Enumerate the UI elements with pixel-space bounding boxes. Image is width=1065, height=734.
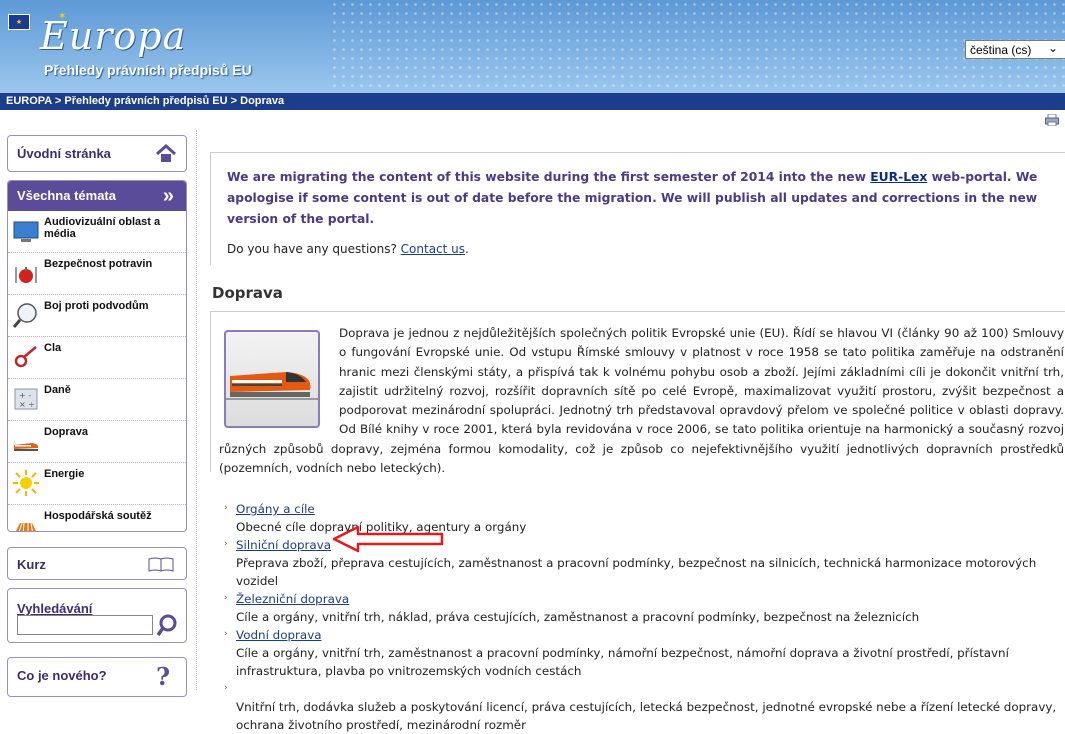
notice-text-part: We are migrating the content of this web… <box>227 170 871 184</box>
page-title: Doprava <box>212 284 283 302</box>
notice-question: Do you have any questions? Contact us. <box>227 242 1065 256</box>
subtopic-link[interactable]: Železniční doprava <box>236 590 1065 608</box>
home-icon[interactable] <box>156 144 176 164</box>
transport-illustration <box>224 330 320 428</box>
print-icon[interactable] <box>1045 114 1059 126</box>
subtopic-description: Cíle a orgány, vnitřní trh, zaměstnanost… <box>236 646 1009 678</box>
customs-icon <box>14 346 37 368</box>
svg-text:× ÷: × ÷ <box>19 400 35 409</box>
topics-box: Všechna témata » Audiovizuální oblast a … <box>7 180 187 532</box>
train-icon <box>14 443 39 451</box>
monitor-icon <box>13 221 39 242</box>
question-end: . <box>465 242 469 256</box>
intro-text: Doprava je jednou z nejdůležitějších spo… <box>219 324 1064 478</box>
language-select[interactable]: čeština (cs) ⌄ <box>965 40 1065 59</box>
topic-label: Doprava <box>44 426 89 438</box>
chevron-right-icon: › <box>224 683 228 693</box>
home-box[interactable]: Úvodní stránka <box>7 135 187 172</box>
competition-icon <box>16 522 36 531</box>
eu-flag-icon: ★ <box>8 14 30 30</box>
chevron-right-icon: › <box>224 629 228 639</box>
list-item: › Vodní doprava Cíle a orgány, vnitřní t… <box>224 626 1065 680</box>
subtopic-link[interactable]: Vodní doprava <box>236 626 1065 644</box>
subtopic-description: Vnitřní trh, dodávka služeb a poskytován… <box>236 700 1057 732</box>
question-mark-icon[interactable]: ? <box>156 662 170 691</box>
topic-label: Cla <box>44 342 62 354</box>
chevron-right-icon: › <box>224 593 228 603</box>
topic-label: Daně <box>44 384 71 396</box>
intro-box: Doprava je jednou z nejdůležitějších spo… <box>210 311 1065 475</box>
topic-label: Boj proti podvodům <box>44 300 149 312</box>
train-icon <box>226 372 318 400</box>
topic-item-food-safety[interactable]: Bezpečnost potravin <box>8 253 186 295</box>
subtopic-description: Cíle a orgány, vnitřní trh, náklad, práv… <box>236 610 920 624</box>
calculator-icon: + - × ÷ <box>14 388 38 410</box>
list-item: › Vnitřní trh, dodávka služeb a poskytov… <box>224 680 1065 734</box>
chevron-right-icon: › <box>224 503 228 513</box>
all-topics-header[interactable]: Všechna témata » <box>8 181 186 211</box>
list-item: › Železniční doprava Cíle a orgány, vnit… <box>224 590 1065 626</box>
topic-item-audiovisual[interactable]: Audiovizuální oblast a média <box>8 211 186 253</box>
red-arrow-annotation <box>332 525 444 553</box>
topic-label: Hospodářská soutěž <box>44 510 152 522</box>
notice-text: We are migrating the content of this web… <box>227 167 1057 230</box>
logo-star-icon: ✶ <box>58 11 67 22</box>
all-topics-label: Všechna témata <box>17 188 116 203</box>
migration-notice: We are migrating the content of this web… <box>210 152 1065 265</box>
column-divider <box>196 130 197 690</box>
topic-item-taxes[interactable]: + - × ÷ Daně <box>8 379 186 421</box>
contact-us-link[interactable]: Contact us <box>401 242 465 256</box>
double-chevron-right-icon: » <box>162 185 174 207</box>
search-icon[interactable] <box>156 613 178 637</box>
book-icon[interactable] <box>148 556 174 572</box>
sun-icon <box>13 470 39 496</box>
svg-text:+ -: + - <box>19 391 31 400</box>
site-title[interactable]: Přehledy právních předpisů EU <box>44 62 252 78</box>
topic-label: Audiovizuální oblast a média <box>44 216 161 240</box>
topic-item-customs[interactable]: Cla <box>8 337 186 379</box>
news-box[interactable]: Co je nového? ? <box>7 657 187 697</box>
intro-paragraph: Doprava je jednou z nejdůležitějších spo… <box>219 326 1064 476</box>
topic-item-energy[interactable]: Energie <box>8 463 186 505</box>
eur-lex-link[interactable]: EUR-Lex <box>870 170 927 184</box>
magnifier-icon <box>12 303 37 328</box>
chevron-right-icon: › <box>224 539 228 549</box>
course-box[interactable]: Kurz <box>7 547 187 580</box>
subtopic-description: Přeprava zboží, přeprava cestujících, za… <box>236 556 1037 588</box>
site-header: ★ Europa ✶ Přehledy právních předpisů EU… <box>0 0 1065 93</box>
search-input[interactable] <box>17 615 153 635</box>
question-text: Do you have any questions? <box>227 242 401 256</box>
search-label: Vyhledávání <box>17 601 93 616</box>
subtopic-link[interactable] <box>236 680 1065 698</box>
topic-label: Energie <box>44 468 85 480</box>
topic-item-transport[interactable]: Doprava <box>8 421 186 463</box>
food-safety-icon <box>15 267 37 283</box>
breadcrumb[interactable]: EUROPA > Přehledy právních předpisů EU >… <box>0 93 1065 110</box>
subtopic-link[interactable]: Orgány a cíle <box>236 500 1065 518</box>
chevron-down-icon: ⌄ <box>1047 41 1058 55</box>
topic-item-anti-fraud[interactable]: Boj proti podvodům <box>8 295 186 337</box>
topic-label: Bezpečnost potravin <box>44 258 153 270</box>
topic-item-competition[interactable]: Hospodářská soutěž <box>8 505 186 531</box>
search-box: Vyhledávání <box>7 588 187 643</box>
language-selected-value: čeština (cs) <box>970 43 1032 57</box>
